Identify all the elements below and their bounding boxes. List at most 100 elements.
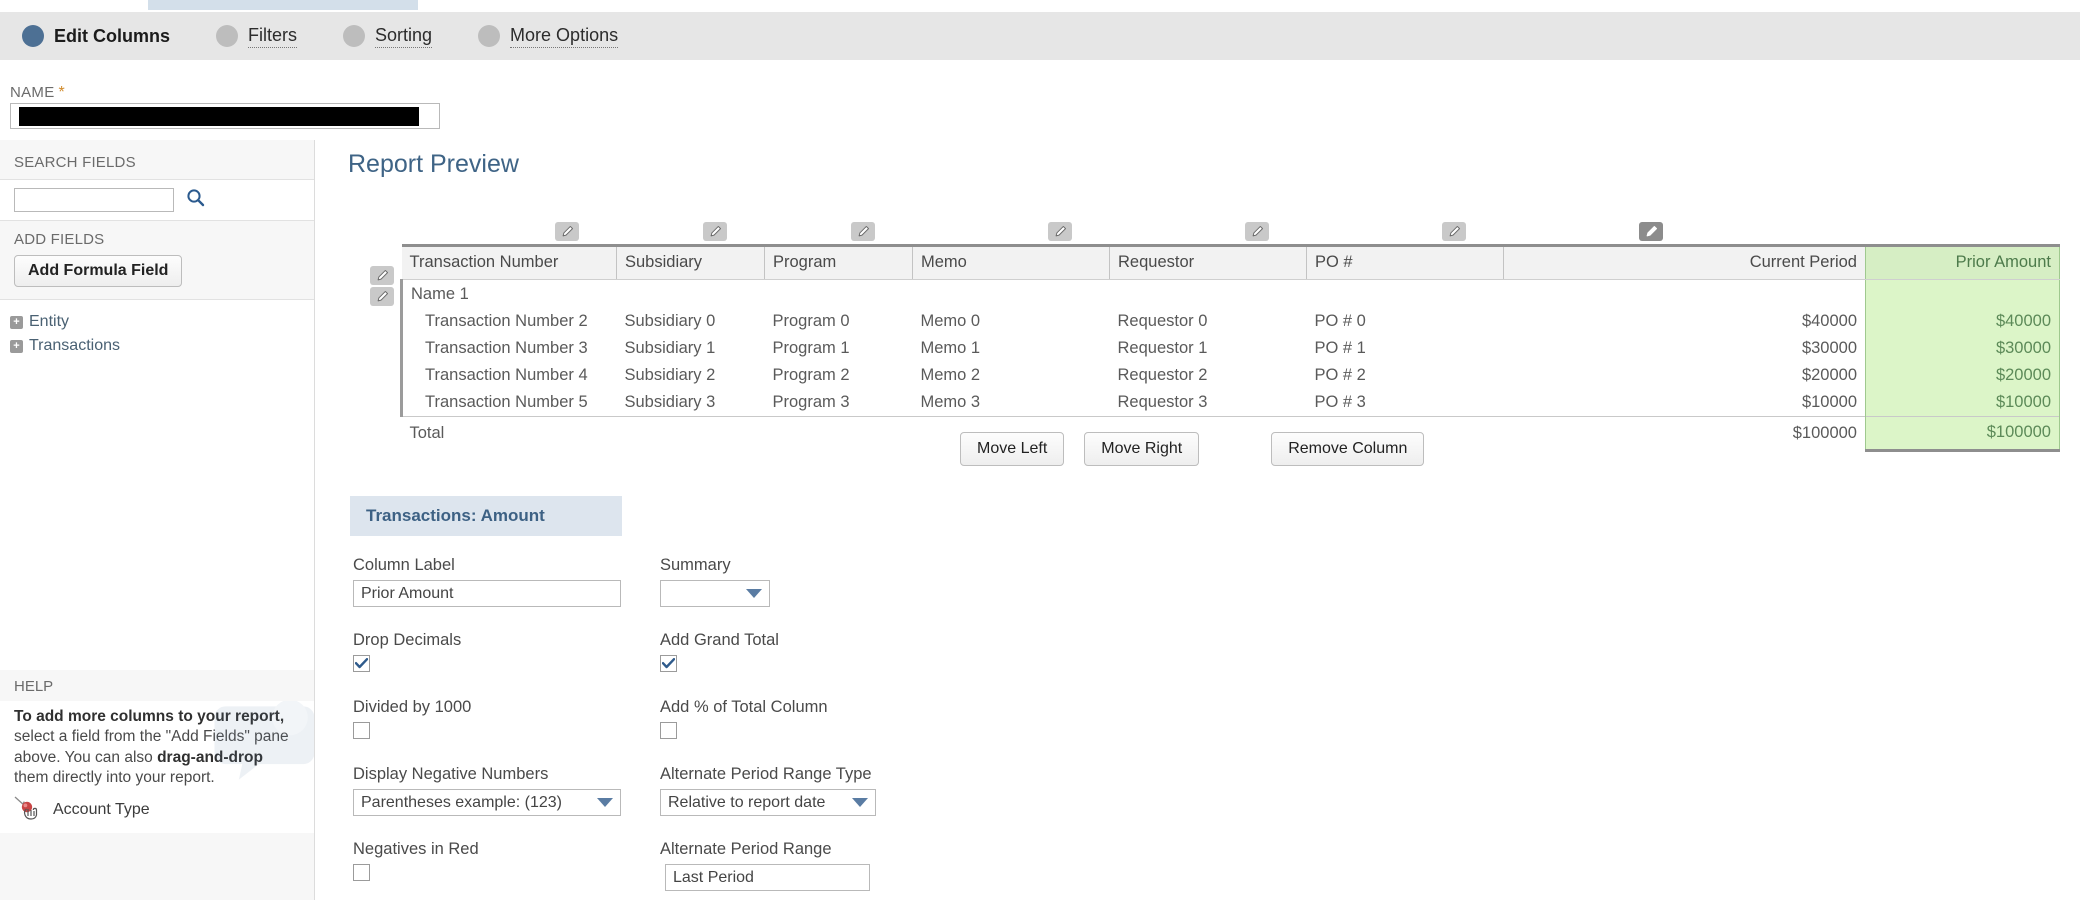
cell-program: Program 1 <box>772 339 850 357</box>
column-header-po-number[interactable]: PO # <box>1306 244 1504 280</box>
cell-po-number: PO # 0 <box>1314 312 1366 330</box>
table-row: Transaction Number 2 Subsidiary 0 Progra… <box>400 308 2060 335</box>
move-left-button[interactable]: Move Left <box>960 432 1065 466</box>
edit-column-requestor-icon[interactable] <box>1048 222 1072 241</box>
column-settings-header: Transactions: Amount <box>350 496 622 536</box>
expand-plus-icon[interactable]: + <box>10 315 23 329</box>
summary-label: Summary <box>660 556 731 574</box>
cell-memo: Memo 2 <box>920 366 981 384</box>
cell-program: Program 3 <box>772 393 850 411</box>
tree-item-entity[interactable]: + Entity <box>10 310 314 334</box>
chevron-down-icon <box>746 589 762 598</box>
cell-requestor: Requestor 3 <box>1117 393 1208 411</box>
column-header-current-period[interactable]: Current Period <box>1503 244 1866 280</box>
column-header-subsidiary[interactable]: Subsidiary <box>616 244 765 280</box>
field-add-pct-total: Add % of Total Column <box>660 698 967 739</box>
tab-filters[interactable]: Filters <box>216 25 297 48</box>
expand-plus-icon[interactable]: + <box>10 339 23 353</box>
negatives-red-checkbox[interactable] <box>353 864 370 881</box>
move-right-button[interactable]: Move Right <box>1084 432 1200 466</box>
edit-column-prior-amount-icon[interactable] <box>1639 222 1663 241</box>
cell-current-period: $30000 <box>1801 339 1857 357</box>
help-drag-demo: Account Type <box>14 795 298 825</box>
display-negative-select[interactable]: Parentheses example: (123) <box>353 789 621 816</box>
step-tab-bar: Edit Columns Filters Sorting More Option… <box>0 12 2080 60</box>
cell-current-period: $10000 <box>1801 393 1857 411</box>
cell-transaction-number: Transaction Number 4 <box>400 362 617 389</box>
column-header-requestor[interactable]: Requestor <box>1109 244 1307 280</box>
edit-column-memo-icon[interactable] <box>851 222 875 241</box>
column-action-buttons: Move Left Move Right Remove Column <box>960 432 1425 466</box>
help-drag-item-label: Account Type <box>53 801 150 819</box>
column-header-prior-amount[interactable]: Prior Amount <box>1865 244 2060 280</box>
group-cell <box>617 280 765 309</box>
cell-po-number: PO # 2 <box>1314 366 1366 384</box>
tab-status-dot-icon <box>343 25 365 47</box>
name-input[interactable] <box>10 103 440 129</box>
edit-column-current-period-icon[interactable] <box>1442 222 1466 241</box>
help-body: To add more columns to your report, sele… <box>0 701 314 833</box>
column-header-transaction-number[interactable]: Transaction Number <box>401 244 617 280</box>
cell-transaction-number: Transaction Number 5 <box>400 389 617 417</box>
divided-by-1000-checkbox[interactable] <box>353 722 370 739</box>
edit-row-group-icon[interactable] <box>370 266 394 285</box>
top-sliver-bar <box>148 0 418 10</box>
drop-decimals-checkbox[interactable] <box>353 655 370 672</box>
column-label-input[interactable] <box>353 580 621 607</box>
table-header-row: Transaction Number Subsidiary Program Me… <box>401 244 2060 280</box>
cell-program: Program 0 <box>772 312 850 330</box>
group-label: Name 1 <box>400 279 617 308</box>
search-icon[interactable] <box>186 188 205 212</box>
help-title: HELP <box>0 670 314 701</box>
cell-prior-amount: $30000 <box>1865 335 2060 362</box>
help-watermark-icon <box>214 701 314 780</box>
form-row-checkboxes-1: Drop Decimals Add Grand Total <box>353 631 973 672</box>
page-title: Report Preview <box>348 150 519 178</box>
cell-prior-amount: $10000 <box>1865 389 2060 417</box>
remove-column-button[interactable]: Remove Column <box>1271 432 1425 466</box>
tab-sorting[interactable]: Sorting <box>343 25 433 48</box>
edit-column-program-icon[interactable] <box>703 222 727 241</box>
edit-row-detail-icon[interactable] <box>370 287 394 306</box>
chevron-down-icon <box>852 798 868 807</box>
total-current-period: $100000 <box>1503 416 1866 451</box>
table-group-row: Name 1 <box>400 279 2060 309</box>
group-cell <box>1504 280 1866 309</box>
cell-subsidiary: Subsidiary 1 <box>624 339 716 357</box>
alt-period-type-select[interactable]: Relative to report date <box>660 789 876 816</box>
column-label-label: Column Label <box>353 556 455 574</box>
search-input[interactable] <box>14 188 174 212</box>
edit-column-po-icon[interactable] <box>1245 222 1269 241</box>
divided-by-1000-label: Divided by 1000 <box>353 698 472 716</box>
cell-transaction-number: Transaction Number 2 <box>400 308 617 335</box>
tab-more-options[interactable]: More Options <box>478 25 619 48</box>
display-negative-label: Display Negative Numbers <box>353 765 549 783</box>
report-preview-table: Transaction Number Subsidiary Program Me… <box>400 244 2060 452</box>
field-alt-period-range: Alternate Period Range <box>660 840 967 891</box>
edit-column-subsidiary-icon[interactable] <box>555 222 579 241</box>
tab-edit-columns[interactable]: Edit Columns <box>22 25 170 47</box>
add-pct-total-checkbox[interactable] <box>660 722 677 739</box>
chevron-down-icon <box>597 798 613 807</box>
alt-period-type-label: Alternate Period Range Type <box>660 765 872 783</box>
tab-label: More Options <box>510 25 619 48</box>
cell-memo: Memo 1 <box>920 339 981 357</box>
add-grand-total-checkbox[interactable] <box>660 655 677 672</box>
total-cell <box>764 416 913 451</box>
group-cell <box>1865 279 2060 308</box>
table-row: Transaction Number 4 Subsidiary 2 Progra… <box>400 362 2060 389</box>
summary-select[interactable] <box>660 580 770 607</box>
cell-prior-amount: $20000 <box>1865 362 2060 389</box>
cell-program: Program 2 <box>772 366 850 384</box>
cell-current-period: $40000 <box>1801 312 1857 330</box>
column-settings-form: Column Label Summary Drop Decimals Add G… <box>353 556 973 891</box>
search-fields-title: SEARCH FIELDS <box>14 154 136 171</box>
required-asterisk-icon: * <box>58 84 66 101</box>
column-header-memo[interactable]: Memo <box>912 244 1110 280</box>
tree-item-transactions[interactable]: + Transactions <box>10 334 314 358</box>
cell-subsidiary: Subsidiary 0 <box>624 312 716 330</box>
alt-period-range-input[interactable] <box>665 864 870 891</box>
add-formula-field-button[interactable]: Add Formula Field <box>14 255 183 287</box>
column-header-program[interactable]: Program <box>764 244 913 280</box>
form-row-labels-1: Column Label Summary <box>353 556 973 607</box>
